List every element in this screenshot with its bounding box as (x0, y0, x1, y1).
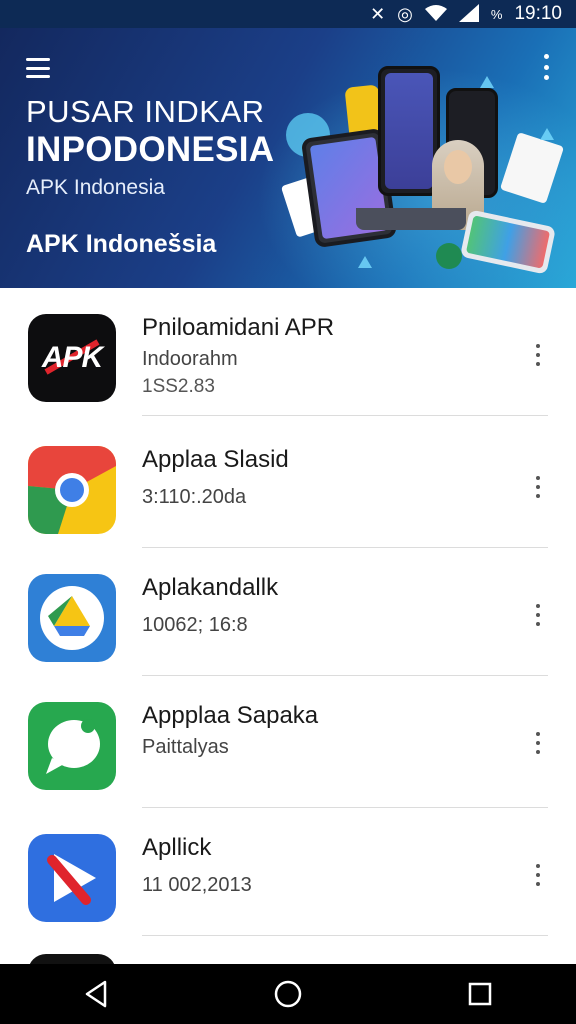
menu-icon[interactable] (26, 58, 50, 78)
more-options-icon[interactable] (534, 476, 542, 498)
person-face-graphic (444, 150, 472, 184)
navigation-bar (0, 964, 576, 1024)
triangle-shape (540, 128, 554, 140)
more-options-icon[interactable] (534, 344, 542, 366)
status-bar: ✕ ◎ % 19:10 (0, 0, 576, 28)
list-item[interactable]: Aplakandallk 10062; 16:8 (0, 548, 576, 676)
google-drive-icon (28, 574, 116, 662)
list-item[interactable]: Appplaa Sapaka Paittalyas (0, 676, 576, 808)
header-title-line2: INPODONESIA (26, 130, 275, 169)
more-options-icon[interactable] (534, 732, 542, 754)
app-name: Appplaa Sapaka (142, 702, 319, 729)
triangle-shape (358, 256, 372, 268)
wifi-icon (424, 4, 447, 24)
app-meta: Paittalyas (142, 736, 229, 758)
app-meta: 11 002,2013 (142, 874, 252, 896)
devices-illustration (280, 58, 565, 275)
header-app-label: APK Indonešsia (26, 230, 217, 258)
list-item[interactable] (0, 938, 576, 964)
app-name: Applaa Slasid (142, 446, 289, 473)
list-item[interactable]: Applaa Slasid 3:110:.20da (0, 420, 576, 548)
app-icon (28, 954, 116, 964)
status-time: 19:10 (514, 3, 562, 24)
triangle-shape (480, 76, 494, 88)
divider (142, 935, 548, 936)
header-title-line1: PUSAR INDKAR (26, 94, 265, 129)
app-developer: Indoorahm (142, 348, 238, 370)
more-options-icon[interactable] (534, 864, 542, 886)
app-list: APK Pniloamidani APR Indoorahm 1SS2.83 A… (0, 288, 576, 964)
apk-logo-icon: APK (28, 314, 116, 402)
recent-apps-icon[interactable] (450, 964, 510, 1024)
app-name: Pniloamidani APR (142, 314, 335, 341)
phone-graphic (378, 66, 440, 196)
chrome-icon (28, 446, 116, 534)
vibrate-off-icon: ✕ (370, 4, 386, 24)
header-subtitle: APK Indonesia (26, 176, 165, 199)
play-store-icon (28, 834, 116, 922)
sync-icon: ◎ (397, 4, 413, 24)
laptop-graphic (356, 208, 466, 230)
back-icon[interactable] (66, 964, 126, 1024)
app-name: Apllick (142, 834, 212, 861)
card-graphic (499, 132, 565, 204)
list-item[interactable]: Apllick 11 002,2013 (0, 808, 576, 936)
app-meta: 10062; 16:8 (142, 614, 248, 636)
header-banner: PUSAR INDKAR INPODONESIA APK Indonesia A… (0, 28, 576, 288)
list-item[interactable]: APK Pniloamidani APR Indoorahm 1SS2.83 (0, 288, 576, 416)
app-version: 1SS2.83 (142, 376, 215, 397)
divider (142, 415, 548, 416)
app-name: Aplakandallk (142, 574, 279, 601)
home-icon[interactable] (258, 964, 318, 1024)
wheel-graphic (436, 243, 462, 269)
messages-icon (28, 702, 116, 790)
tablet-graphic (459, 209, 557, 275)
signal-icon (458, 3, 479, 25)
battery-icon: % (490, 6, 503, 22)
more-options-icon[interactable] (534, 604, 542, 626)
app-meta: 3:110:.20da (142, 486, 247, 508)
